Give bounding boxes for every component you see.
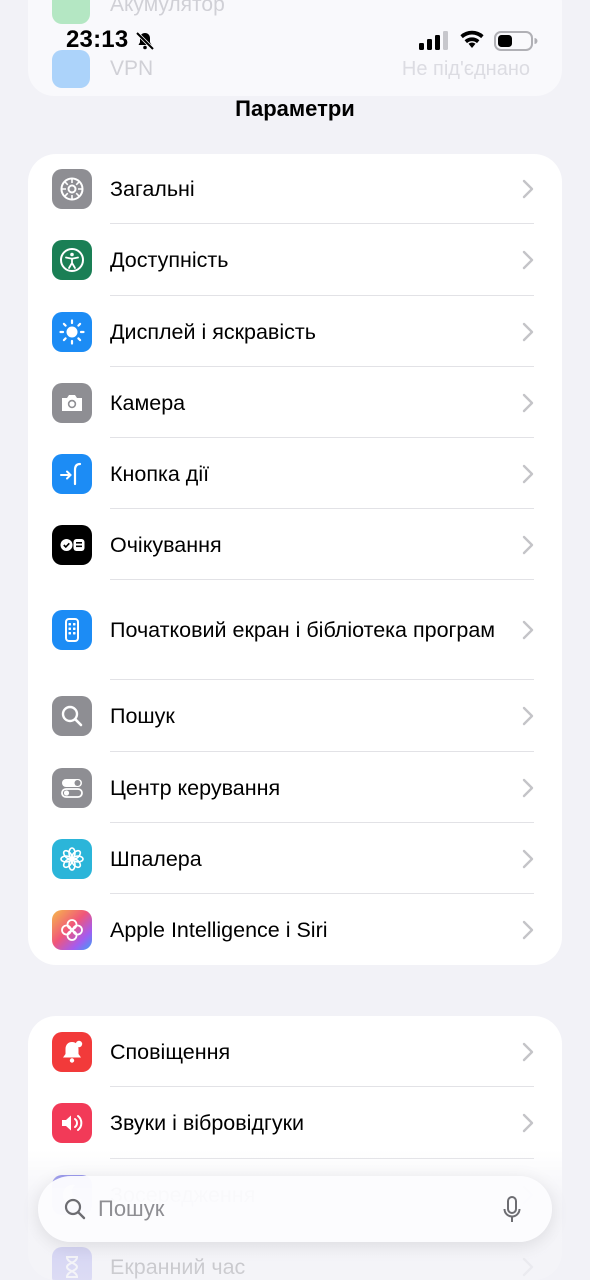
chevron-right-icon xyxy=(522,179,534,199)
search-icon xyxy=(64,1198,86,1220)
settings-row[interactable]: Кнопка дії xyxy=(28,438,562,509)
chevron-right-icon xyxy=(522,706,534,726)
settings-row[interactable]: Шпалера xyxy=(28,823,562,894)
search-field[interactable]: Пошук xyxy=(38,1176,552,1242)
settings-row[interactable]: Камера xyxy=(28,367,562,438)
status-time: 23:13 xyxy=(66,26,129,53)
settings-row-label: Загальні xyxy=(110,177,195,201)
settings-row-label: Звуки і вібровідгуки xyxy=(110,1111,305,1135)
chevron-right-icon xyxy=(522,535,534,554)
settings-group-1: Загальні Доступність Дисплей і яскравість К… xyxy=(28,154,562,965)
settings-row-label: Пошук xyxy=(110,704,175,728)
camera-icon xyxy=(52,382,92,423)
action-button-icon xyxy=(52,453,92,494)
microphone-icon[interactable] xyxy=(502,1196,522,1224)
magnifier-icon xyxy=(52,696,92,736)
chevron-right-icon xyxy=(522,1113,534,1133)
settings-row-label: Початковий екран і бібліотека програм xyxy=(110,618,496,642)
settings-row-label: Сповіщення xyxy=(110,1039,231,1064)
settings-row-label: Очікування xyxy=(110,532,222,557)
silent-bell-icon xyxy=(135,31,155,51)
settings-row[interactable]: Пошук xyxy=(28,680,562,752)
cellular-signal-icon xyxy=(419,31,448,50)
settings-row-label: Камера xyxy=(110,390,186,415)
apple-intelligence-icon xyxy=(52,909,92,950)
bell-icon xyxy=(52,1031,92,1072)
battery-icon xyxy=(52,0,90,24)
settings-row-label: Кнопка дії xyxy=(110,461,210,486)
settings-row[interactable]: Apple Intelligence і Siri xyxy=(28,894,562,965)
settings-row[interactable]: Дисплей і яскравість xyxy=(28,296,562,367)
search-placeholder: Пошук xyxy=(98,1196,165,1221)
chevron-right-icon xyxy=(522,849,534,868)
settings-row[interactable]: Початковий екран і бібліотека програм xyxy=(28,580,562,680)
home-screen-icon xyxy=(52,610,92,650)
ghost-row-battery: Акумулятор xyxy=(52,0,530,24)
settings-row-label: Доступність xyxy=(110,248,229,272)
settings-row[interactable]: Центр керування xyxy=(28,752,562,823)
settings-row-label: Apple Intelligence і Siri xyxy=(110,917,328,942)
status-bar: 23:13 xyxy=(0,22,590,62)
sun-icon xyxy=(52,311,92,352)
chevron-right-icon xyxy=(522,250,534,270)
chevron-right-icon xyxy=(522,620,534,640)
toggles-icon xyxy=(52,767,92,808)
chevron-right-icon xyxy=(522,1042,534,1061)
battery-indicator-icon xyxy=(494,31,538,51)
flower-icon xyxy=(52,838,92,879)
settings-row[interactable]: Загальні xyxy=(28,154,562,224)
chevron-right-icon xyxy=(522,393,534,412)
gear-icon xyxy=(52,169,92,209)
settings-row[interactable]: Доступність xyxy=(28,224,562,296)
settings-row-label: Центр керування xyxy=(110,775,281,800)
page-title: Параметри xyxy=(235,96,355,121)
settings-row[interactable]: Очікування xyxy=(28,509,562,580)
settings-row[interactable]: Сповіщення xyxy=(28,1016,562,1087)
chevron-right-icon xyxy=(522,464,534,483)
speaker-icon xyxy=(52,1103,92,1143)
chevron-right-icon xyxy=(522,920,534,939)
settings-row-label: Шпалера xyxy=(110,846,202,871)
wifi-icon xyxy=(460,30,484,48)
chevron-right-icon xyxy=(522,322,534,341)
chevron-right-icon xyxy=(522,778,534,797)
accessibility-icon xyxy=(52,240,92,280)
settings-row[interactable]: Звуки і вібровідгуки xyxy=(28,1087,562,1159)
standby-icon xyxy=(52,524,92,565)
settings-row-label: Дисплей і яскравість xyxy=(110,319,316,344)
